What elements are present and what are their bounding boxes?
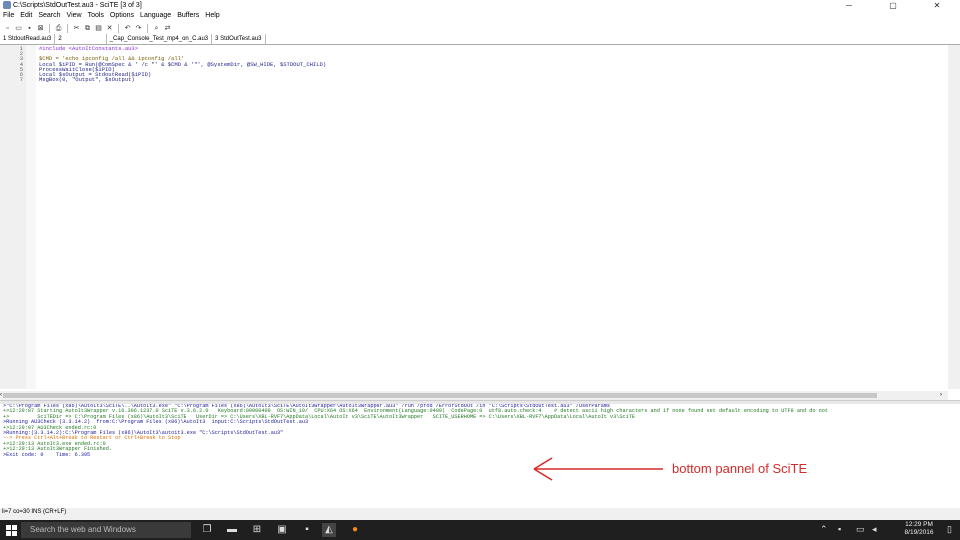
- menu-tools[interactable]: Tools: [88, 11, 104, 21]
- tab-2[interactable]: 2: [55, 34, 107, 44]
- scrollbar-thumb[interactable]: [3, 393, 877, 398]
- toolbar-separator: [67, 23, 68, 33]
- menu-file[interactable]: File: [3, 11, 14, 21]
- toolbar-separator: [49, 23, 50, 33]
- toolbar: ▫ ▭ ▪ ⊠ ⎙ ✂ ⧉ ▤ ✕ ↶ ↷ ⌕ ⇄: [0, 22, 960, 34]
- annotation-label: bottom pannel of SciTE: [672, 461, 808, 476]
- firefox-icon[interactable]: ●: [348, 523, 362, 537]
- menu-bar: File Edit Search View Tools Options Lang…: [0, 11, 960, 21]
- redo-icon[interactable]: ↷: [134, 24, 143, 33]
- menu-view[interactable]: View: [67, 11, 82, 21]
- file-tab-bar: 1 StdoutRead.au3 2 _Cap_Console_Test_mp4…: [0, 34, 960, 45]
- clock-date: 8/19/2016: [904, 529, 934, 536]
- menu-search[interactable]: Search: [38, 11, 60, 21]
- print-icon[interactable]: ⎙: [54, 24, 63, 33]
- fold-margin[interactable]: [26, 45, 36, 389]
- copy-icon[interactable]: ⧉: [83, 24, 92, 33]
- tab-cap-console-test[interactable]: _Cap_Console_Test_mp4_on_C.au3: [107, 34, 213, 44]
- window-title: C:\Scripts\StdOutTest.au3 - SciTE [3 of …: [13, 2, 142, 9]
- replace-icon[interactable]: ⇄: [163, 24, 172, 33]
- save-icon[interactable]: ▪: [25, 24, 34, 33]
- file-explorer-icon[interactable]: ▬: [225, 523, 239, 537]
- editor-horizontal-scrollbar[interactable]: ‹ ›: [0, 391, 948, 400]
- tray-chevron-icon[interactable]: ⌃: [820, 524, 828, 535]
- title-bar: C:\Scripts\StdOutTest.au3 - SciTE [3 of …: [0, 0, 960, 11]
- close-button[interactable]: ✕: [915, 0, 959, 11]
- new-icon[interactable]: ▫: [3, 24, 12, 33]
- annotation-arrow-icon: [533, 457, 663, 481]
- status-bar: li=7 co=30 INS (CR+LF): [0, 508, 960, 520]
- maximize-button[interactable]: ▢: [871, 0, 915, 11]
- code-editor[interactable]: 1234567 #include <AutoItConstants.au3> $…: [0, 45, 948, 389]
- find-icon[interactable]: ⌕: [152, 24, 161, 33]
- menu-language[interactable]: Language: [140, 11, 171, 21]
- taskbar-search-placeholder: Search the web and Windows: [30, 525, 136, 534]
- windows-taskbar: Search the web and Windows ❐ ▬ ⊞ ▣ ▪ ◭ ●…: [0, 520, 960, 540]
- store-icon[interactable]: ⊞: [250, 523, 264, 537]
- code-line[interactable]: MsgBox(0, "Output", $sOutput): [39, 77, 326, 83]
- tab-stdouttest[interactable]: 3 StdOutTest.au3: [212, 34, 266, 44]
- task-view-icon[interactable]: ❐: [200, 523, 214, 537]
- toolbar-separator: [118, 23, 119, 33]
- taskbar-clock[interactable]: 12:29 PM 8/19/2016: [895, 521, 943, 537]
- minimize-button[interactable]: ─: [827, 0, 871, 11]
- output-line: >Exit code: 0 Time: 6.395: [3, 451, 91, 458]
- network-icon[interactable]: ▭: [856, 524, 865, 535]
- paste-icon[interactable]: ▤: [94, 24, 103, 33]
- cut-icon[interactable]: ✂: [72, 24, 81, 33]
- code-text[interactable]: #include <AutoItConstants.au3> $CMD = 'e…: [39, 46, 326, 83]
- close-file-icon[interactable]: ⊠: [36, 24, 45, 33]
- toolbar-separator: [147, 23, 148, 33]
- line-numbers: 1234567: [0, 46, 23, 84]
- delete-icon[interactable]: ✕: [105, 24, 114, 33]
- windows-start-icon[interactable]: [6, 525, 17, 536]
- menu-help[interactable]: Help: [205, 11, 219, 21]
- scite-app-icon: [3, 1, 11, 9]
- output-pane[interactable]: >"C:\Program Files (x86)\AutoIt3\SciTE\.…: [0, 404, 960, 508]
- editor-vertical-scrollbar[interactable]: [948, 45, 960, 389]
- scite-taskbar-icon[interactable]: ◭: [322, 523, 336, 537]
- scroll-right-icon[interactable]: ›: [940, 391, 948, 400]
- menu-edit[interactable]: Edit: [20, 11, 32, 21]
- open-icon[interactable]: ▭: [14, 24, 23, 33]
- taskbar-search-box[interactable]: Search the web and Windows: [21, 522, 191, 538]
- terminal-icon[interactable]: ▪: [300, 523, 314, 537]
- line-number-gutter: 1234567: [0, 45, 26, 389]
- notifications-icon[interactable]: ▯: [947, 524, 952, 535]
- menu-buffers[interactable]: Buffers: [177, 11, 199, 21]
- menu-options[interactable]: Options: [110, 11, 134, 21]
- undo-icon[interactable]: ↶: [123, 24, 132, 33]
- status-text: li=7 co=30 INS (CR+LF): [2, 509, 67, 515]
- volume-icon[interactable]: ◂: [872, 524, 877, 535]
- tab-stdoutread[interactable]: 1 StdoutRead.au3: [0, 34, 56, 44]
- line-number: 7: [19, 76, 23, 84]
- clock-time: 12:29 PM: [905, 521, 933, 528]
- tray-app-icon[interactable]: ▪: [838, 524, 841, 534]
- app-icon[interactable]: ▣: [275, 523, 289, 537]
